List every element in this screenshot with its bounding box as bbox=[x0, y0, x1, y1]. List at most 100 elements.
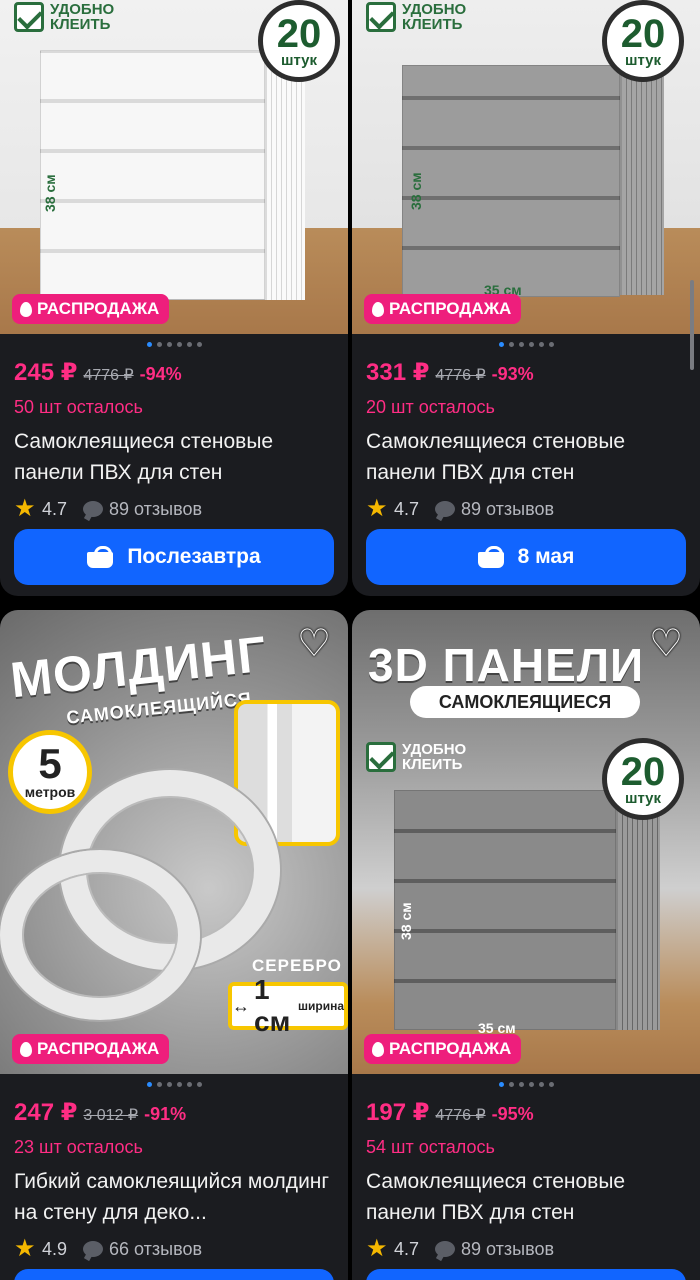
reviews-count: 89 отзывов bbox=[109, 498, 203, 519]
gallery-dot[interactable] bbox=[528, 1082, 534, 1087]
gallery-dot[interactable] bbox=[146, 1082, 152, 1087]
sale-label: РАСПРОДАЖА bbox=[389, 299, 512, 318]
heart-outline-icon[interactable]: ♡ bbox=[294, 625, 334, 663]
gallery-dot[interactable] bbox=[528, 342, 534, 347]
sale-badge: РАСПРОДАЖА bbox=[12, 294, 170, 324]
buy-button[interactable] bbox=[366, 1269, 686, 1280]
product-title[interactable]: Самоклеящиеся стеновые панели ПВХ для ст… bbox=[366, 1166, 688, 1228]
product-image[interactable]: УДОБНО КЛЕИТЬ 20 штук 38 см 35 см РАСПРО… bbox=[352, 0, 700, 334]
gallery-dots[interactable] bbox=[352, 1082, 700, 1087]
rating-row[interactable]: ★ 4.7 89 отзывов bbox=[366, 1235, 688, 1262]
price: 331 ₽ bbox=[366, 359, 430, 386]
gallery-dot[interactable] bbox=[498, 1082, 504, 1087]
count-badge: 20 штук bbox=[602, 0, 684, 82]
count-badge: 20 штук bbox=[258, 0, 340, 82]
heart-outline-icon[interactable]: ♡ bbox=[646, 625, 686, 663]
panel-stack-image bbox=[616, 800, 660, 1030]
product-image[interactable]: МОЛДИНГ САМОКЛЕЯЩИЙСЯ 5 метров СЕРЕБРО ↔… bbox=[0, 610, 348, 1074]
product-image[interactable]: 3D ПАНЕЛИ САМОКЛЕЯЩИЕСЯ УДОБНО КЛЕИТЬ 20… bbox=[352, 610, 700, 1074]
gallery-dot[interactable] bbox=[176, 1082, 182, 1087]
gallery-dot[interactable] bbox=[196, 342, 202, 347]
checkmark-icon bbox=[366, 742, 396, 772]
star-icon: ★ bbox=[14, 1235, 36, 1262]
product-card[interactable]: 3D ПАНЕЛИ САМОКЛЕЯЩИЕСЯ УДОБНО КЛЕИТЬ 20… bbox=[352, 610, 700, 1280]
comment-icon bbox=[83, 1241, 104, 1257]
product-image[interactable]: УДОБНО КЛЕИТЬ 20 штук 38 см РАСПРОДАЖА bbox=[0, 0, 348, 334]
basket-icon bbox=[87, 546, 114, 568]
gallery-dot[interactable] bbox=[508, 342, 514, 347]
rating-value: 4.9 bbox=[42, 1238, 68, 1259]
old-price: 3 012 ₽ bbox=[83, 1107, 139, 1124]
sale-badge: РАСПРОДАЖА bbox=[364, 1034, 522, 1064]
product-info: 331 ₽ 4776 ₽ -93% 20 шт осталось Самокле… bbox=[366, 358, 688, 521]
gallery-dot[interactable] bbox=[518, 342, 524, 347]
gallery-dot[interactable] bbox=[176, 342, 182, 347]
product-title[interactable]: Самоклеящиеся стеновые панели ПВХ для ст… bbox=[366, 426, 688, 488]
buy-button[interactable] bbox=[14, 1269, 334, 1280]
gallery-dot[interactable] bbox=[186, 342, 192, 347]
basket-icon bbox=[477, 546, 504, 568]
width-unit: ширина bbox=[297, 998, 344, 1013]
fire-icon bbox=[20, 301, 32, 317]
gallery-dots[interactable] bbox=[0, 342, 348, 347]
gallery-dot[interactable] bbox=[548, 342, 554, 347]
rating-row[interactable]: ★ 4.7 89 отзывов bbox=[14, 495, 336, 522]
rating-row[interactable]: ★ 4.9 66 отзывов bbox=[14, 1235, 336, 1262]
rating-value: 4.7 bbox=[42, 498, 68, 519]
height-dimension: 38 см bbox=[42, 174, 58, 212]
gallery-dot[interactable] bbox=[166, 1082, 172, 1087]
count-number: 20 bbox=[620, 11, 666, 56]
buy-button[interactable]: Послезавтра bbox=[14, 529, 334, 585]
gallery-dot[interactable] bbox=[538, 1082, 544, 1087]
sale-label: РАСПРОДАЖА bbox=[37, 299, 160, 318]
product-card[interactable]: УДОБНО КЛЕИТЬ 20 штук 38 см 35 см РАСПРО… bbox=[352, 0, 700, 596]
price: 197 ₽ bbox=[366, 1099, 430, 1126]
comment-icon bbox=[435, 1241, 456, 1257]
wall-panel-image bbox=[40, 50, 265, 300]
old-price: 4776 ₽ bbox=[435, 1107, 486, 1124]
gallery-dot[interactable] bbox=[196, 1082, 202, 1087]
gallery-dot[interactable] bbox=[156, 342, 162, 347]
price-row: 331 ₽ 4776 ₽ -93% bbox=[366, 358, 688, 387]
star-icon: ★ bbox=[14, 495, 36, 522]
length-number: 5 bbox=[38, 740, 62, 787]
gallery-dot[interactable] bbox=[518, 1082, 524, 1087]
product-title[interactable]: Гибкий самоклеящийся молдинг на стену дл… bbox=[14, 1166, 336, 1228]
old-price: 4776 ₽ bbox=[83, 367, 134, 384]
stock-left: 23 шт осталось bbox=[14, 1137, 143, 1157]
stock-left: 20 шт осталось bbox=[366, 397, 495, 417]
panel-stack-image bbox=[265, 60, 305, 300]
gallery-dots[interactable] bbox=[0, 1082, 348, 1087]
product-info: 247 ₽ 3 012 ₽ -91% 23 шт осталось Гибкий… bbox=[14, 1098, 336, 1262]
easy-glue-label: УДОБНО КЛЕИТЬ bbox=[402, 741, 467, 773]
count-unit: штук bbox=[624, 51, 662, 69]
height-dimension: 38 см bbox=[408, 172, 424, 210]
buy-button[interactable]: 8 мая bbox=[366, 529, 686, 585]
product-grid: УДОБНО КЛЕИТЬ 20 штук 38 см РАСПРОДАЖА 2… bbox=[0, 0, 700, 1280]
length-badge: 5 метров bbox=[8, 730, 92, 814]
reviews-count: 89 отзывов bbox=[461, 498, 555, 519]
wall-panel-image bbox=[402, 65, 620, 297]
gallery-dot[interactable] bbox=[146, 342, 152, 347]
price-row: 197 ₽ 4776 ₽ -95% bbox=[366, 1098, 688, 1127]
gallery-dot[interactable] bbox=[508, 1082, 514, 1087]
height-dimension: 38 см bbox=[398, 902, 414, 940]
gallery-dot[interactable] bbox=[186, 1082, 192, 1087]
checkmark-icon bbox=[366, 2, 396, 32]
gallery-dot[interactable] bbox=[166, 342, 172, 347]
count-unit: штук bbox=[280, 51, 318, 69]
gallery-dot[interactable] bbox=[498, 342, 504, 347]
gallery-dots[interactable] bbox=[352, 342, 700, 347]
scrollbar[interactable] bbox=[690, 280, 694, 370]
gallery-dot[interactable] bbox=[156, 1082, 162, 1087]
gallery-dot[interactable] bbox=[538, 342, 544, 347]
product-title[interactable]: Самоклеящиеся стеновые панели ПВХ для ст… bbox=[14, 426, 336, 488]
rating-row[interactable]: ★ 4.7 89 отзывов bbox=[366, 497, 688, 521]
star-icon: ★ bbox=[366, 1235, 388, 1262]
gallery-dot[interactable] bbox=[548, 1082, 554, 1087]
rating-value: 4.7 bbox=[394, 498, 420, 519]
width-arrows-icon: ↔ bbox=[232, 995, 250, 1016]
product-info: 245 ₽ 4776 ₽ -94% 50 шт осталось Самокле… bbox=[14, 358, 336, 522]
product-card[interactable]: МОЛДИНГ САМОКЛЕЯЩИЙСЯ 5 метров СЕРЕБРО ↔… bbox=[0, 610, 348, 1280]
product-card[interactable]: УДОБНО КЛЕИТЬ 20 штук 38 см РАСПРОДАЖА 2… bbox=[0, 0, 348, 596]
